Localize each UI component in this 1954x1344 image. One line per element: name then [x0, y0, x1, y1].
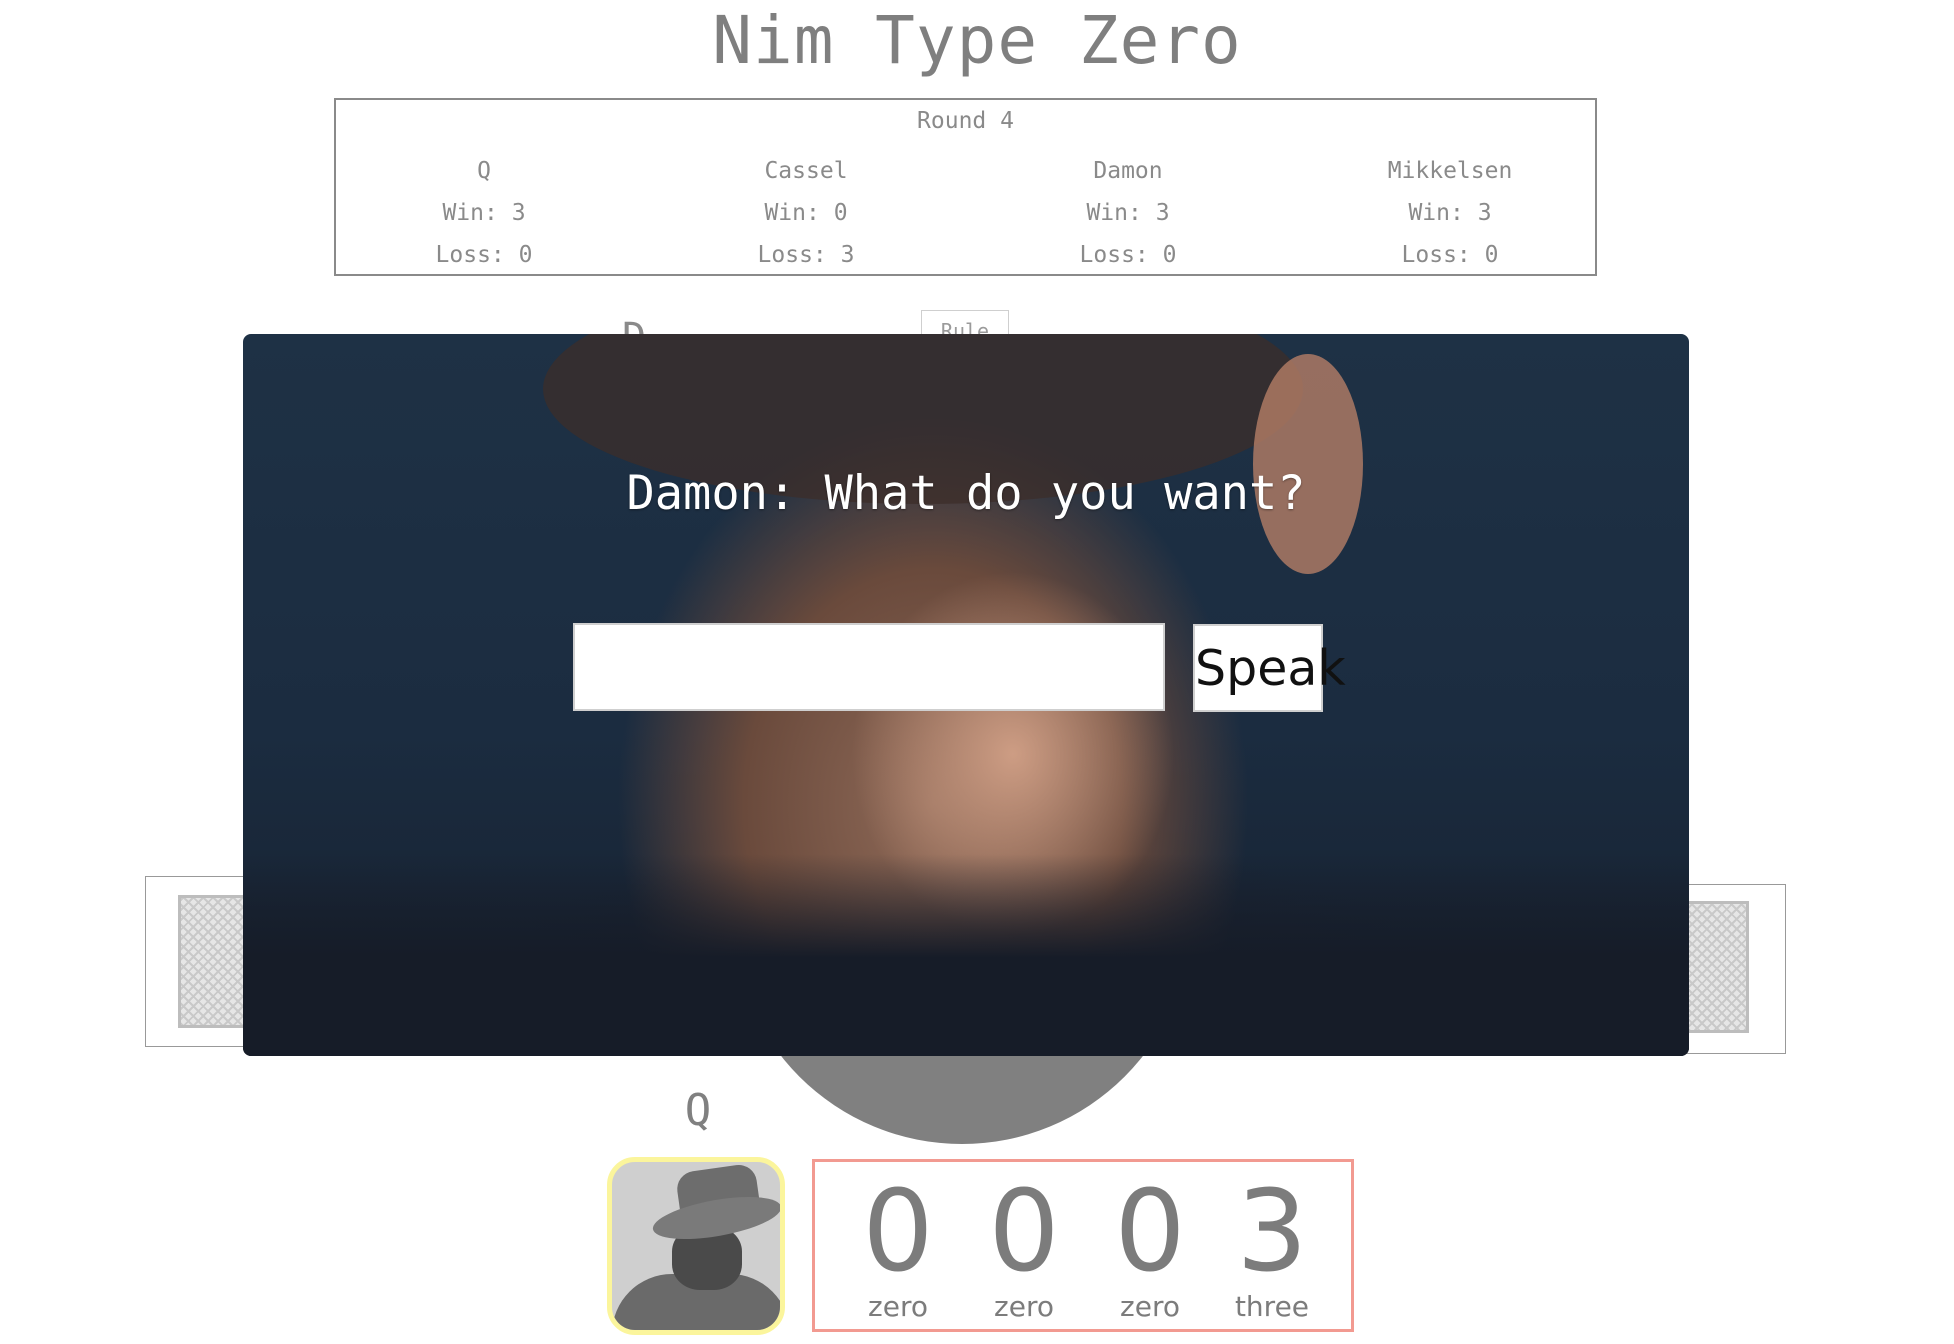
- digit-word: zero: [1120, 1290, 1180, 1323]
- dialog-question: Damon: What do you want?: [626, 466, 1306, 521]
- player-name: Q: [477, 158, 491, 184]
- digit-word: three: [1234, 1290, 1310, 1323]
- player-name: Cassel: [764, 158, 848, 184]
- digit-slot: 0 zero: [961, 1162, 1087, 1322]
- speak-button[interactable]: Speak: [1193, 624, 1346, 712]
- hidden-label: D: [622, 310, 646, 334]
- player-loss: Loss: 0: [1079, 242, 1177, 268]
- player-loss: Loss: 0: [1401, 242, 1499, 268]
- digit-slot: 3 three: [1209, 1162, 1335, 1322]
- character-photo-shirt: [243, 854, 1689, 1056]
- player-win: Win: 3: [442, 200, 526, 226]
- scoreboard-player-mikkelsen: Mikkelsen Win: 3 Loss: 0: [1320, 150, 1580, 276]
- player-name: Damon: [1093, 158, 1163, 184]
- digit-value: 0: [1114, 1167, 1186, 1297]
- round-label: Round 4: [917, 108, 1014, 134]
- speak-dialog: Damon: What do you want? Speak: [243, 334, 1689, 1056]
- digit-slot: 0 zero: [835, 1162, 961, 1322]
- player-loss: Loss: 3: [757, 242, 855, 268]
- player-avatar-icon: [607, 1157, 785, 1335]
- digit-value: 0: [988, 1167, 1060, 1297]
- scoreboard: Round 4 Q Win: 3 Loss: 0 Cassel Win: 0 L…: [334, 98, 1597, 276]
- scoreboard-player-cassel: Cassel Win: 0 Loss: 3: [676, 150, 936, 276]
- digit-value: 0: [862, 1167, 934, 1297]
- speak-input[interactable]: [573, 623, 1165, 711]
- digit-slot: 0 zero: [1087, 1162, 1213, 1322]
- player-win: Win: 3: [1408, 200, 1492, 226]
- digit-value: 3: [1236, 1167, 1308, 1297]
- scoreboard-player-q: Q Win: 3 Loss: 0: [354, 150, 614, 276]
- number-display: 0 zero 0 zero 0 zero 3 three: [812, 1159, 1354, 1332]
- current-player-name: Q: [684, 1085, 712, 1136]
- player-win: Win: 3: [1086, 200, 1170, 226]
- player-loss: Loss: 0: [435, 242, 533, 268]
- player-win: Win: 0: [764, 200, 848, 226]
- digit-word: zero: [994, 1290, 1054, 1323]
- game-title: Nim Type Zero: [712, 2, 1242, 79]
- scoreboard-player-damon: Damon Win: 3 Loss: 0: [998, 150, 1258, 276]
- character-photo-ear: [1253, 354, 1363, 574]
- player-name: Mikkelsen: [1387, 158, 1513, 184]
- digit-word: zero: [868, 1290, 928, 1323]
